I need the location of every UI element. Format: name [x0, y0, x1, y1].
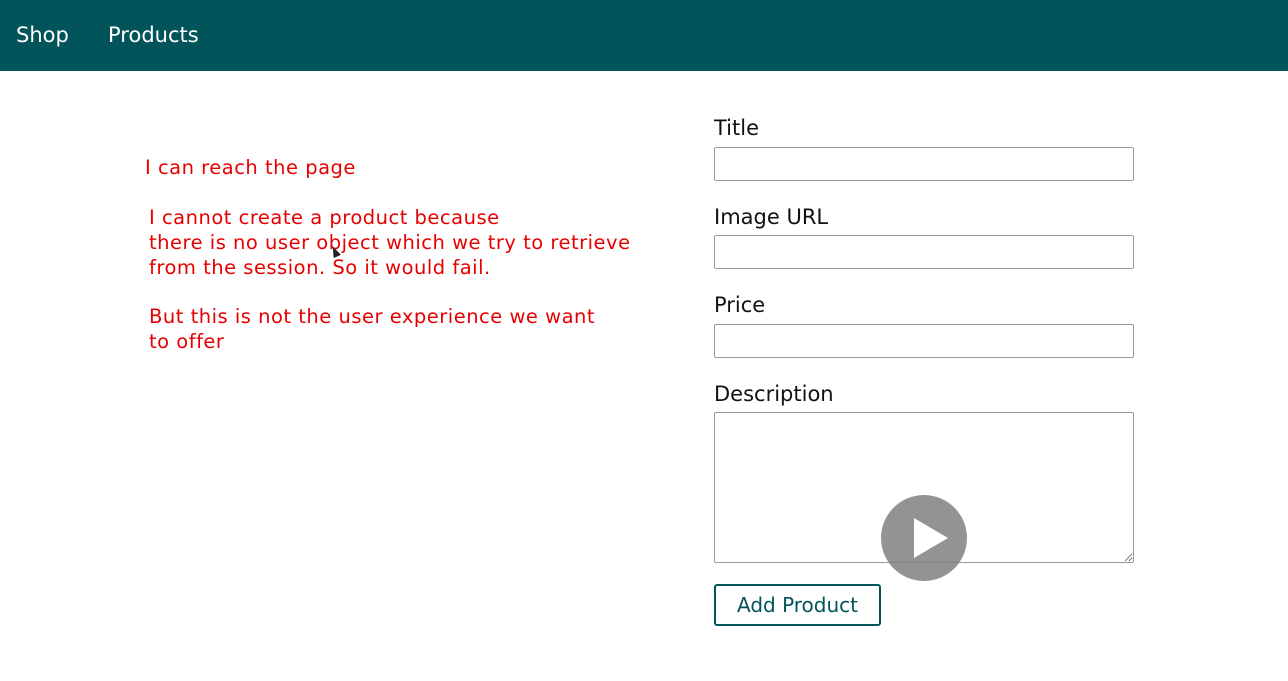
description-label: Description: [714, 382, 834, 406]
annotation-note-user-experience: But this is not the user experience we w…: [149, 305, 596, 353]
price-label: Price: [714, 293, 766, 317]
play-icon: [914, 518, 948, 558]
add-product-button[interactable]: Add Product: [714, 584, 881, 626]
nav-link-shop[interactable]: Shop: [16, 21, 69, 49]
price-input[interactable]: [714, 324, 1134, 358]
video-play-button[interactable]: [881, 495, 967, 581]
annotation-note-cannot-create: I cannot create a product because there …: [149, 206, 631, 279]
top-navbar: Shop Products: [0, 0, 1288, 71]
nav-link-products[interactable]: Products: [108, 21, 199, 49]
annotation-note-reach-page: I can reach the page: [145, 156, 356, 179]
image-url-input[interactable]: [714, 235, 1134, 269]
image-url-label: Image URL: [714, 205, 829, 229]
title-label: Title: [714, 116, 760, 140]
title-input[interactable]: [714, 147, 1134, 181]
